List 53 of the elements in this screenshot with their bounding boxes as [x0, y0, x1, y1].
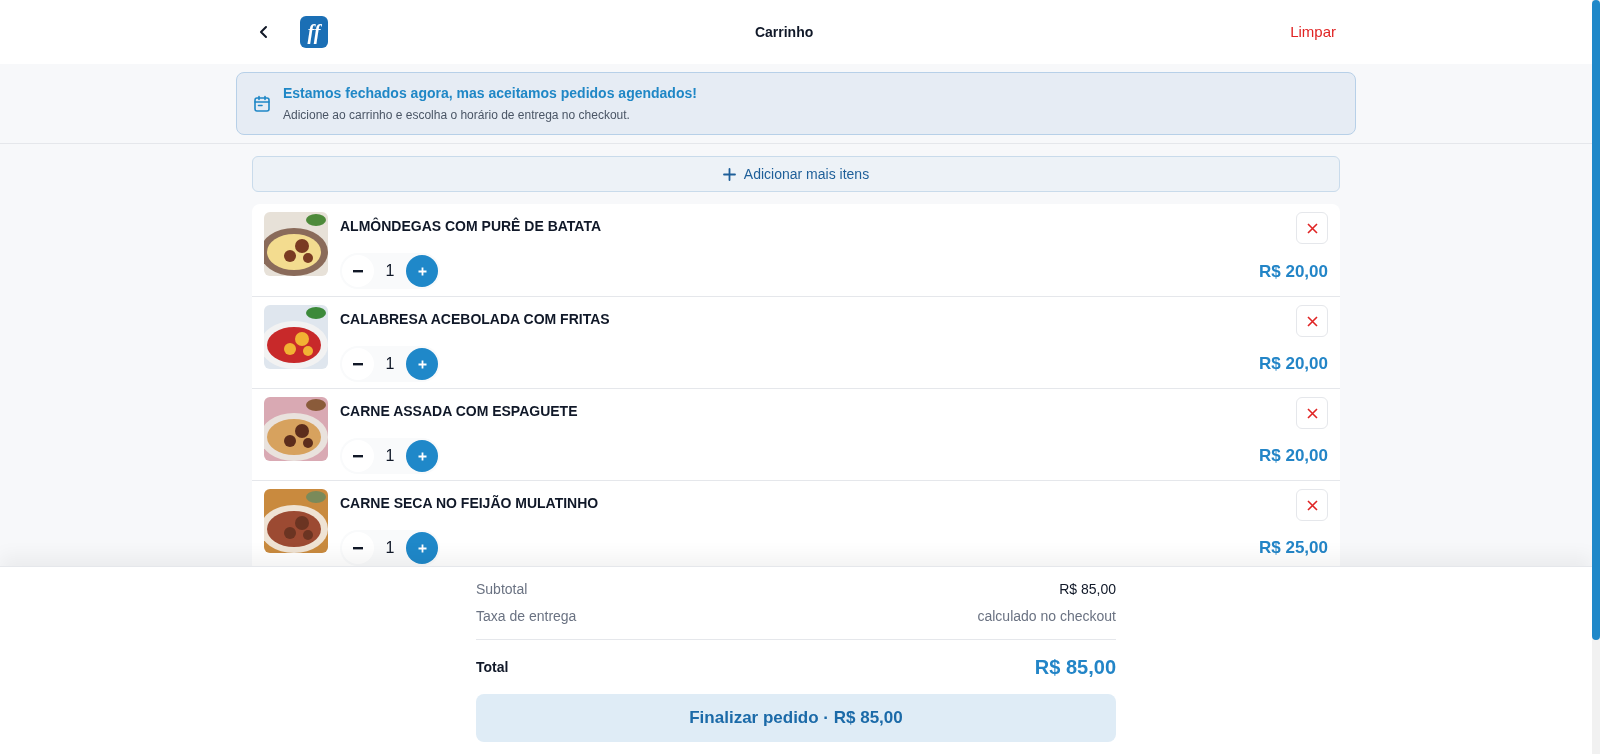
- item-price: R$ 20,00: [1259, 260, 1328, 283]
- item-name: CALABRESA ACEBOLADA COM FRITAS: [340, 310, 611, 329]
- decrease-button[interactable]: [342, 440, 374, 472]
- summary-value: R$ 85,00: [1059, 580, 1116, 599]
- calendar-icon: [253, 94, 271, 113]
- remove-button[interactable]: [1296, 489, 1328, 521]
- minus-icon: [353, 546, 363, 550]
- add-items-button[interactable]: Adicionar mais itens: [252, 156, 1340, 192]
- close-icon: [1306, 407, 1318, 419]
- back-icon: [259, 25, 269, 39]
- total-value: R$ 85,00: [1034, 655, 1116, 680]
- decrease-button[interactable]: [342, 348, 374, 380]
- minus-icon: [353, 362, 363, 366]
- plus-icon: [417, 266, 427, 276]
- notice-text: Adicione ao carrinho e escolha o horário de entrega no checkout.: [283, 107, 631, 124]
- summary-label: Subtotal: [476, 580, 528, 599]
- summary-label: Taxa de entrega: [476, 607, 577, 626]
- decrease-button[interactable]: [342, 255, 374, 287]
- scrollbar[interactable]: [1592, 0, 1600, 754]
- plus-icon: [417, 451, 427, 461]
- close-icon: [1306, 222, 1318, 234]
- remove-button[interactable]: [1296, 212, 1328, 244]
- page-title: Carrinho: [754, 22, 815, 42]
- item-name: ALMÔNDEGAS COM PURÊ DE BATATA: [340, 216, 603, 236]
- increase-button[interactable]: [406, 440, 438, 472]
- checkout-button[interactable]: Finalizar pedido · R$ 85,00: [476, 694, 1116, 742]
- quantity-value: 1: [384, 354, 396, 374]
- close-icon: [1306, 499, 1318, 511]
- plus-icon: [722, 167, 736, 181]
- clear-button[interactable]: Limpar: [1290, 20, 1340, 44]
- total-label: Total: [476, 657, 509, 677]
- logo: ff: [300, 16, 328, 48]
- summary-value: calculado no checkout: [977, 607, 1116, 626]
- notice-title: Estamos fechados agora, mas aceitamos pedidos agendados!: [283, 84, 697, 103]
- quantity-value: 1: [384, 261, 396, 281]
- item-price: R$ 20,00: [1259, 444, 1328, 467]
- quantity-value: 1: [384, 446, 396, 466]
- quantity-value: 1: [384, 538, 396, 558]
- remove-button[interactable]: [1296, 305, 1328, 337]
- close-icon: [1306, 315, 1318, 327]
- increase-button[interactable]: [406, 532, 438, 564]
- remove-button[interactable]: [1296, 397, 1328, 429]
- minus-icon: [353, 269, 363, 273]
- plus-icon: [417, 543, 427, 553]
- item-name: CARNE SECA NO FEIJÃO MULATINHO: [340, 494, 600, 513]
- increase-button[interactable]: [406, 255, 438, 287]
- item-price: R$ 20,00: [1259, 352, 1328, 375]
- plus-icon: [417, 359, 427, 369]
- item-name: CARNE ASSADA COM ESPAGUETE: [340, 402, 579, 421]
- increase-button[interactable]: [406, 348, 438, 380]
- decrease-button[interactable]: [342, 532, 374, 564]
- item-price: R$ 25,00: [1259, 536, 1328, 559]
- minus-icon: [353, 454, 363, 458]
